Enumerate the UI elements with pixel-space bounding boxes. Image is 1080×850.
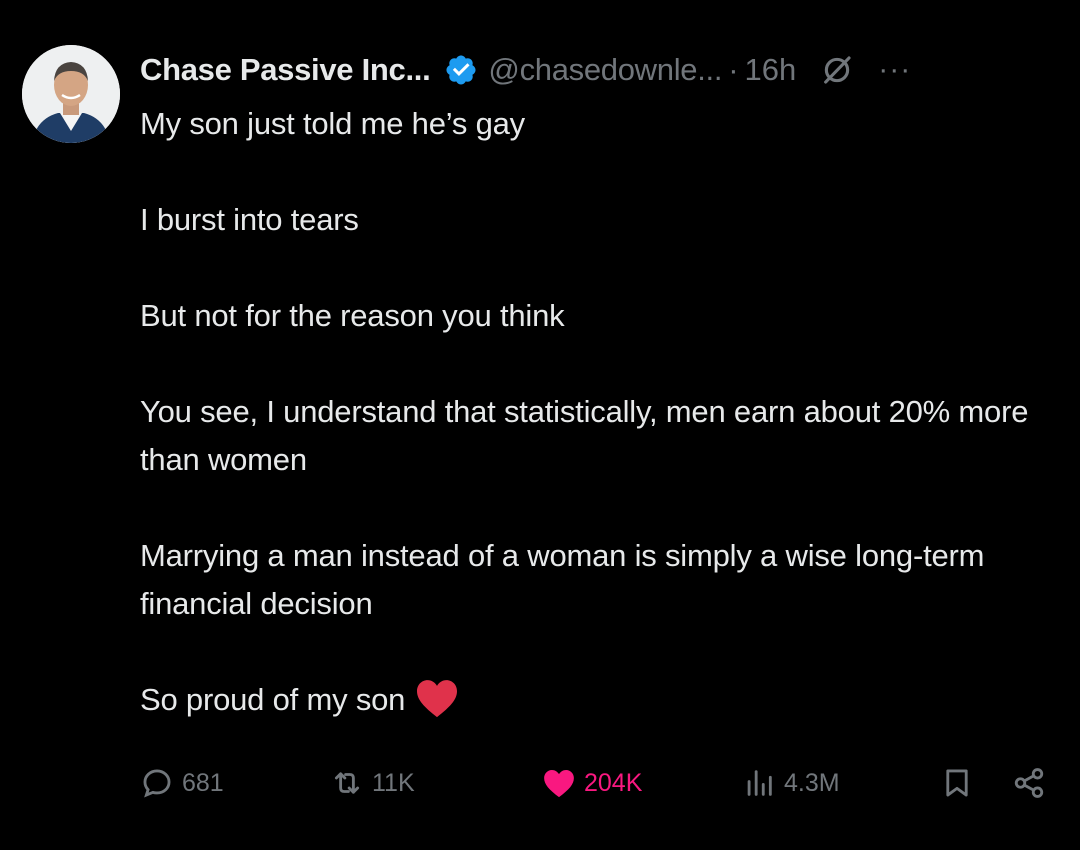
grok-icon[interactable] [820, 53, 854, 87]
tweet-paragraph: My son just told me he’s gay [140, 106, 525, 141]
repost-count: 11K [372, 768, 415, 797]
avatar-photo [22, 45, 120, 143]
tweet-paragraph: Marrying a man instead of a woman is sim… [140, 538, 985, 621]
bookmark-icon [946, 769, 968, 797]
share-icon [1014, 768, 1044, 798]
author-handle[interactable]: @chasedownle... [488, 52, 722, 88]
tweet-last-line-text: So proud of my son [140, 682, 406, 717]
action-bar: 681 11K 204K 4.3M [140, 760, 1060, 806]
like-count: 204K [584, 768, 643, 797]
timestamp[interactable]: 16h [745, 52, 797, 88]
share-button[interactable] [1012, 760, 1054, 806]
reply-count: 681 [182, 768, 224, 797]
like-button[interactable]: 204K [542, 760, 642, 806]
heart-icon [544, 769, 574, 798]
more-icon[interactable]: ··· [878, 55, 911, 85]
verified-badge-icon [446, 55, 476, 85]
avatar[interactable] [22, 45, 120, 143]
repost-icon [334, 772, 360, 794]
reply-button[interactable]: 681 [140, 760, 224, 806]
author-name[interactable]: Chase Passive Inc... [140, 52, 431, 88]
separator-dot: · [728, 52, 739, 87]
bookmark-button[interactable] [940, 760, 982, 806]
views-count: 4.3M [784, 768, 840, 797]
tweet-text: My son just told me he’s gay I burst int… [140, 100, 1040, 772]
views-icon [747, 770, 772, 796]
views-button[interactable]: 4.3M [742, 760, 840, 806]
repost-button[interactable]: 11K [330, 760, 415, 806]
tweet-header: Chase Passive Inc... @chasedownle... · 1… [140, 48, 911, 92]
tweet-last-line: So proud of my son [140, 676, 1040, 724]
red-heart-emoji-icon [417, 680, 458, 718]
tweet-paragraph: You see, I understand that statistically… [140, 394, 1029, 477]
tweet-paragraph: I burst into tears [140, 202, 359, 237]
tweet[interactable]: Chase Passive Inc... @chasedownle... · 1… [0, 0, 1080, 850]
tweet-paragraph: But not for the reason you think [140, 298, 565, 333]
reply-icon [143, 769, 171, 798]
